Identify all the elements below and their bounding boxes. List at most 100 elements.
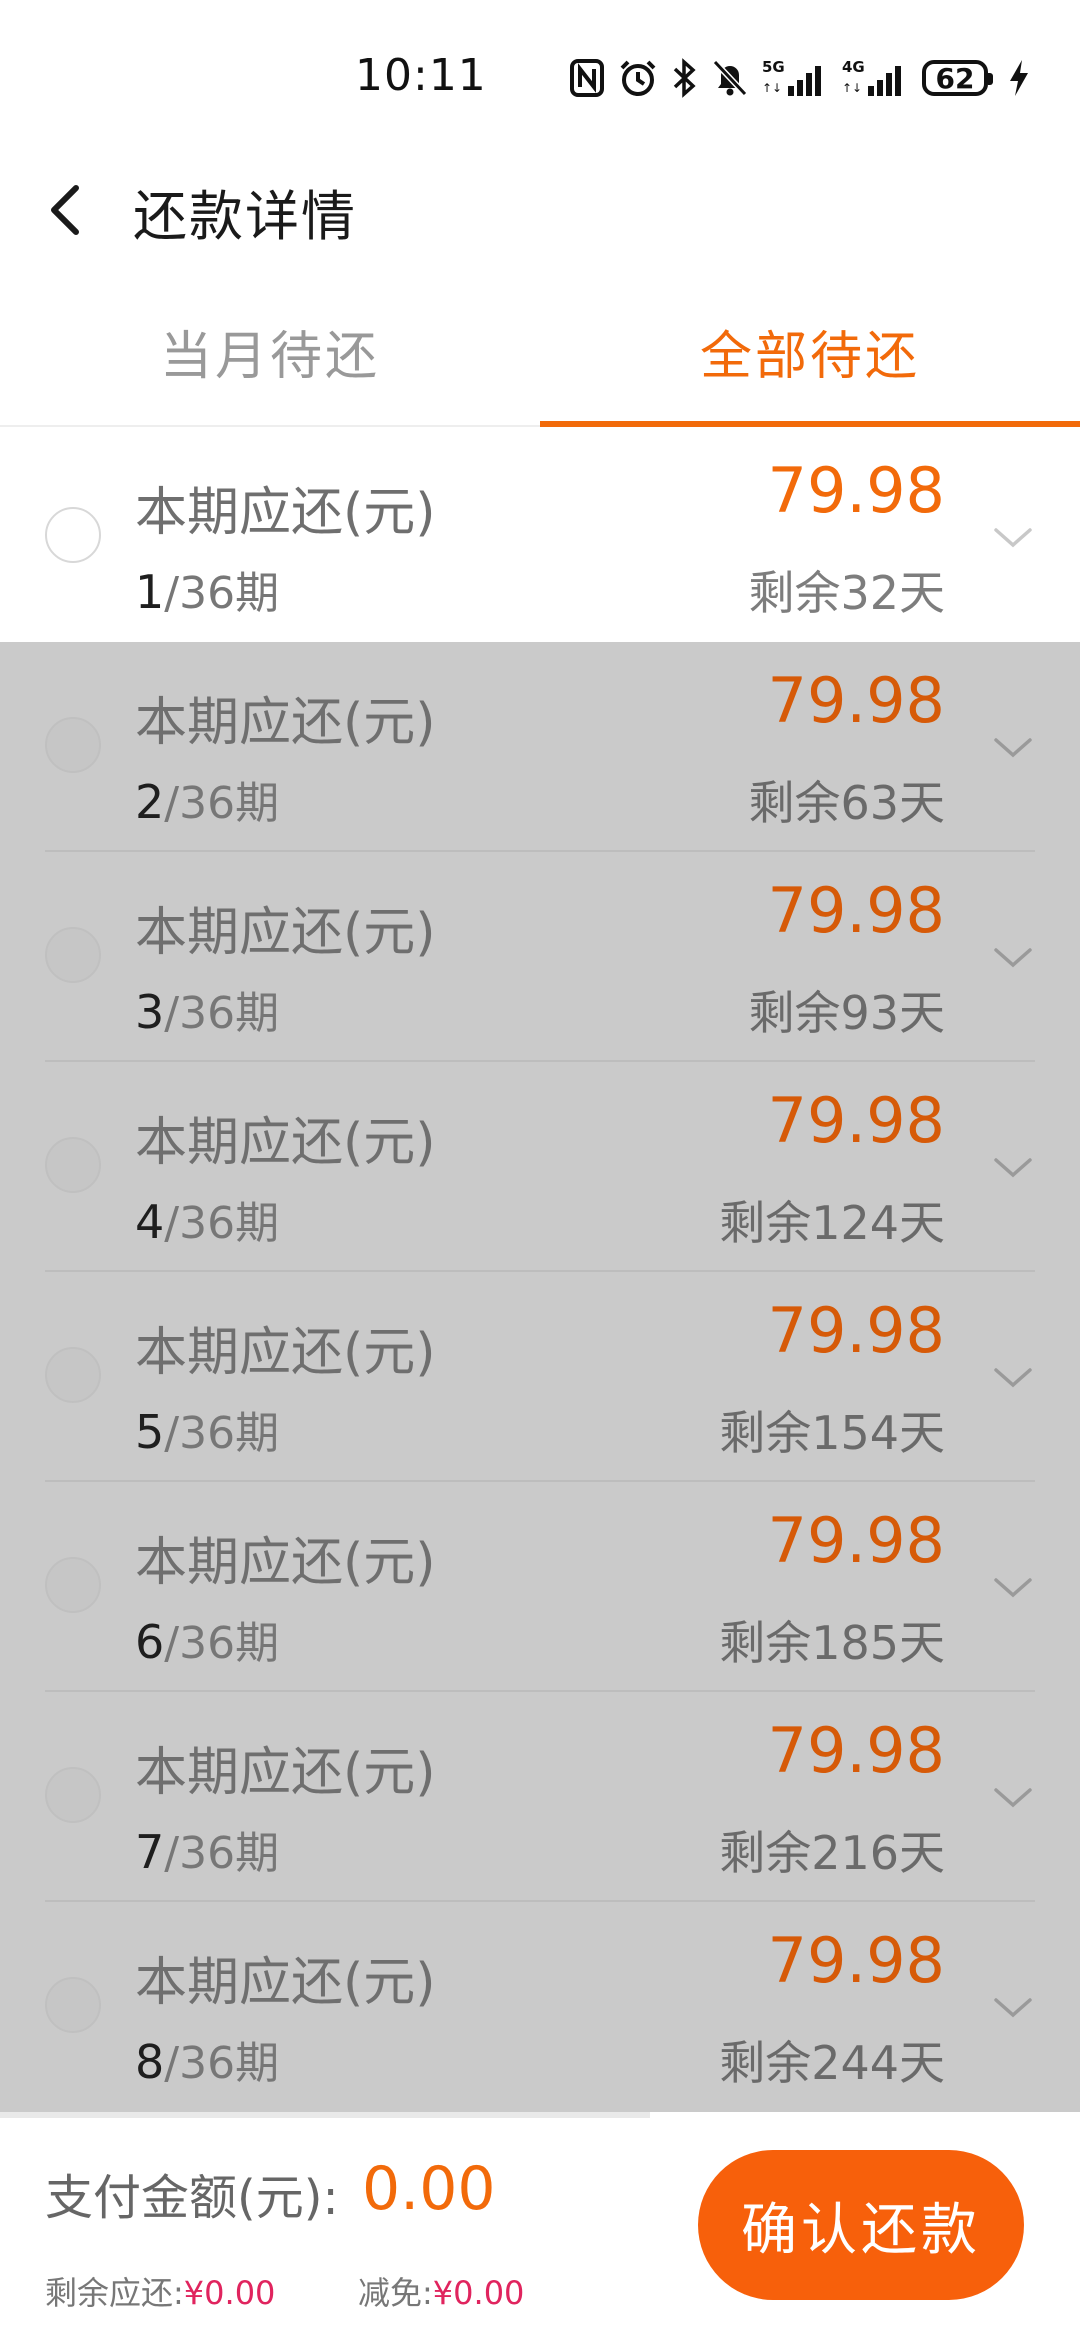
pay-amount-value: 0.00 [362,2154,496,2224]
installment-row[interactable]: 本期应还(元) 8/36期 79.98 剩余244天 [0,1902,1080,2112]
svg-text:↑↓: ↑↓ [762,81,782,95]
installment-remaining-days: 剩余185天 [719,1616,945,1670]
chevron-down-icon[interactable] [988,1352,1038,1402]
installment-remaining-days: 剩余154天 [719,1406,945,1460]
term-total: /36期 [164,778,280,829]
installment-label: 本期应还(元) [135,1323,436,1383]
term-total: /36期 [164,1618,280,1669]
remaining-due-value: ¥0.00 [183,2274,276,2312]
term-current: 1 [135,565,165,619]
installment-amount: 79.98 [767,1714,946,1787]
term-current: 5 [135,1405,165,1459]
page-title: 还款详情 [133,185,357,248]
chevron-down-icon[interactable] [988,722,1038,772]
installment-remaining-days: 剩余124天 [719,1196,945,1250]
tab-all-due[interactable]: 全部待还 [540,314,1080,389]
select-radio[interactable] [45,1977,101,2033]
status-icons: 5G ↑↓ 4G ↑↓ 62 [570,56,1030,100]
installment-term: 7/36期 [135,1817,279,1881]
chevron-down-icon[interactable] [988,1772,1038,1822]
term-total: /36期 [164,1828,280,1879]
installment-term: 4/36期 [135,1187,279,1251]
installment-amount: 79.98 [767,454,946,527]
installment-term: 2/36期 [135,767,279,831]
installment-row[interactable]: 本期应还(元) 1/36期 79.98 剩余32天 [0,432,1080,642]
installment-row[interactable]: 本期应还(元) 6/36期 79.98 剩余185天 [0,1482,1080,1692]
battery-level: 62 [935,61,975,95]
term-total: /36期 [164,1408,280,1459]
chevron-down-icon[interactable] [988,1142,1038,1192]
installment-label: 本期应还(元) [135,1533,436,1593]
installment-row[interactable]: 本期应还(元) 3/36期 79.98 剩余93天 [0,852,1080,1062]
alarm-icon [618,58,658,98]
pay-amount-label: 支付金额(元): [45,2170,339,2226]
mute-bell-icon [712,58,748,98]
installment-row[interactable]: 本期应还(元) 4/36期 79.98 剩余124天 [0,1062,1080,1272]
battery-icon: 62 [922,60,993,96]
installment-remaining-days: 剩余32天 [748,566,945,620]
installment-label: 本期应还(元) [135,1743,436,1803]
select-radio[interactable] [45,717,101,773]
header: 还款详情 [0,150,1080,270]
installment-row[interactable]: 本期应还(元) 5/36期 79.98 剩余154天 [0,1272,1080,1482]
installment-amount: 79.98 [767,664,946,737]
chevron-down-icon[interactable] [988,1982,1038,2032]
installment-amount: 79.98 [767,874,946,947]
term-current: 3 [135,985,165,1039]
chevron-down-icon[interactable] [988,932,1038,982]
installment-term: 3/36期 [135,977,279,1041]
term-current: 4 [135,1195,165,1249]
term-total: /36期 [164,1198,280,1249]
term-current: 7 [135,1825,165,1879]
select-radio[interactable] [45,927,101,983]
chevron-down-icon[interactable] [988,512,1038,562]
select-radio[interactable] [45,1557,101,1613]
signal-4g-icon: 4G ↑↓ [842,58,908,98]
installment-label: 本期应还(元) [135,693,436,753]
installment-label: 本期应还(元) [135,483,436,543]
select-radio[interactable] [45,1347,101,1403]
installment-amount: 79.98 [767,1924,946,1997]
remaining-due: 剩余应还:¥0.00 [45,2268,275,2314]
installment-label: 本期应还(元) [135,903,436,963]
tab-monthly-due[interactable]: 当月待还 [0,314,540,389]
installment-remaining-days: 剩余244天 [719,2036,945,2090]
term-total: /36期 [164,568,280,619]
chevron-down-icon[interactable] [988,1562,1038,1612]
nfc-icon [570,59,604,97]
installment-remaining-days: 剩余216天 [719,1826,945,1880]
confirm-repayment-button[interactable]: 确认还款 [698,2150,1024,2300]
status-time: 10:11 [355,50,487,101]
bluetooth-icon [672,58,698,98]
svg-text:5G: 5G [762,58,785,76]
svg-text:↑↓: ↑↓ [842,81,862,95]
installment-amount: 79.98 [767,1504,946,1577]
svg-text:4G: 4G [842,58,865,76]
installment-amount: 79.98 [767,1294,946,1367]
waiver: 减免:¥0.00 [358,2268,524,2314]
bottom-bar: 支付金额(元): 0.00 剩余应还:¥0.00 减免:¥0.00 确认还款 [0,2118,1080,2340]
remaining-due-label: 剩余应还: [45,2274,184,2312]
installment-remaining-days: 剩余93天 [748,986,945,1040]
installment-row[interactable]: 本期应还(元) 7/36期 79.98 剩余216天 [0,1692,1080,1902]
status-bar: 10:11 5G ↑↓ 4G ↑↓ 62 [0,0,1080,150]
signal-5g-icon: 5G ↑↓ [762,58,828,98]
installment-term: 5/36期 [135,1397,279,1461]
screen: 10:11 5G ↑↓ 4G ↑↓ 62 还款详情 当月待还 全部待还 本期应还… [0,0,1080,2340]
waiver-label: 减免: [358,2274,433,2312]
chevron-left-icon[interactable] [38,180,98,240]
select-radio[interactable] [45,1137,101,1193]
tab-bar: 当月待还 全部待还 [0,300,1080,427]
installment-term: 1/36期 [135,557,279,621]
select-radio[interactable] [45,1767,101,1823]
term-total: /36期 [164,2038,280,2089]
installment-row[interactable]: 本期应还(元) 2/36期 79.98 剩余63天 [0,642,1080,852]
tab-active-indicator [540,421,1080,427]
term-current: 8 [135,2035,165,2089]
waiver-value: ¥0.00 [432,2274,525,2312]
select-radio[interactable] [45,507,101,563]
installment-term: 6/36期 [135,1607,279,1671]
term-current: 6 [135,1615,165,1669]
installment-amount: 79.98 [767,1084,946,1157]
installment-label: 本期应还(元) [135,1113,436,1173]
